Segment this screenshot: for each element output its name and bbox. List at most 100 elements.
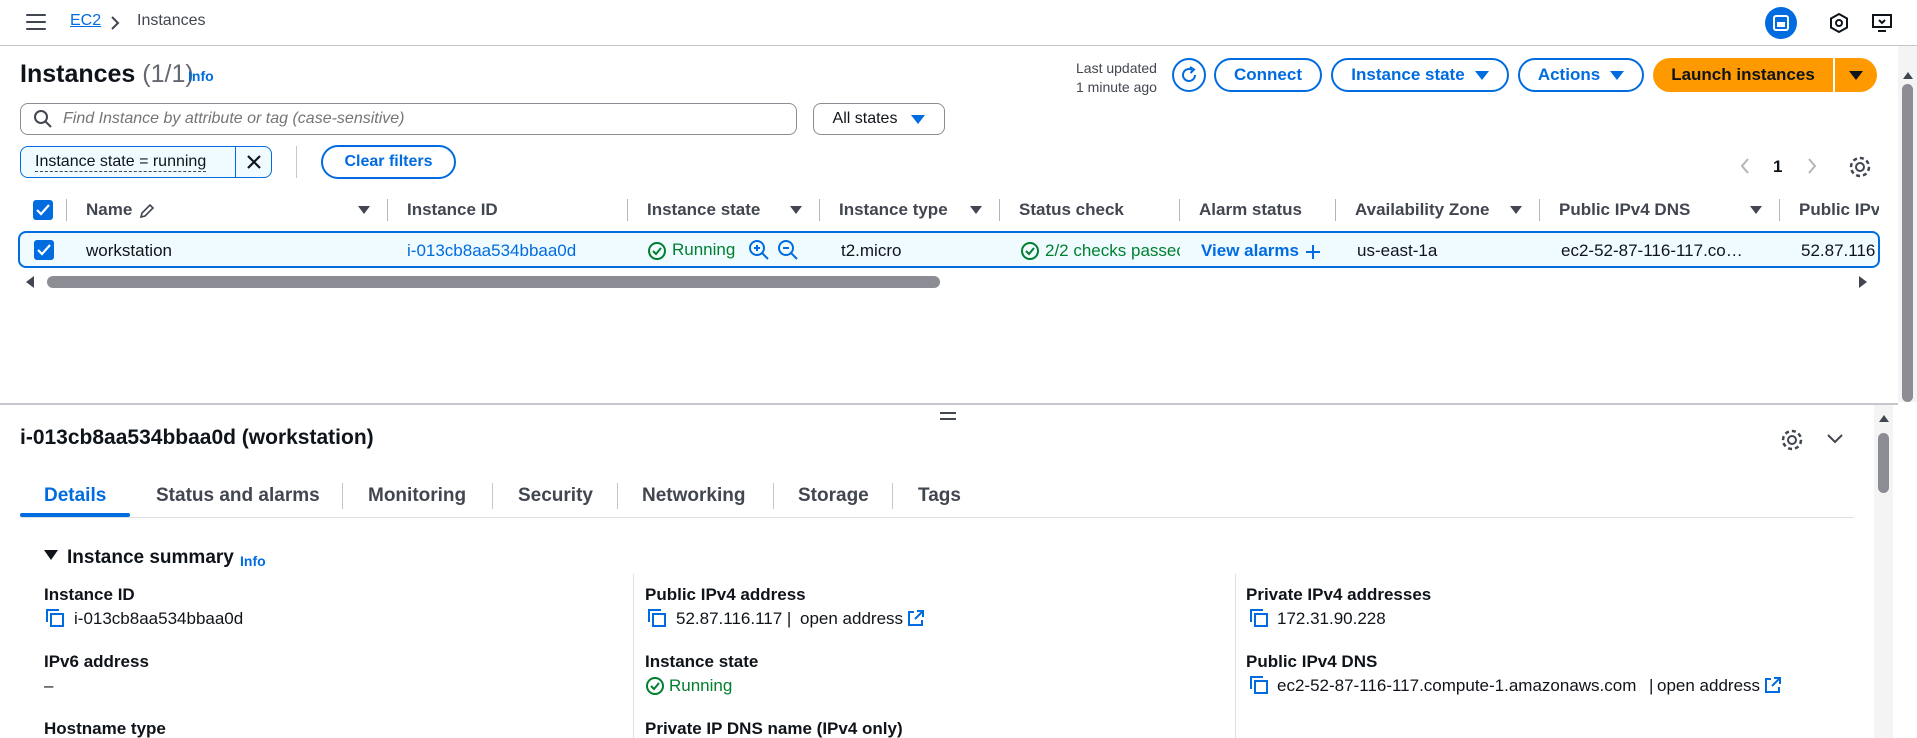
label-ipv6: IPv6 address — [44, 652, 149, 671]
instance-count: (1/1) — [142, 60, 194, 88]
next-page-icon[interactable] — [1807, 158, 1817, 174]
breadcrumb-instances: Instances — [137, 12, 206, 29]
check-circle-icon — [1021, 242, 1039, 260]
tab-storage[interactable]: Storage — [798, 485, 869, 507]
scroll-left-icon[interactable] — [24, 275, 36, 289]
last-updated: Last updated 1 minute ago — [1076, 59, 1157, 97]
sort-icon[interactable] — [358, 206, 370, 214]
refresh-button[interactable] — [1172, 58, 1206, 92]
scroll-up-icon[interactable] — [1878, 413, 1890, 423]
section-info-link[interactable]: Info — [240, 553, 266, 569]
copy-icon[interactable] — [46, 609, 64, 627]
cell-instance-type: t2.micro — [841, 241, 902, 260]
cell-availability-zone: us-east-1a — [1357, 241, 1438, 260]
info-link[interactable]: Info — [188, 68, 214, 84]
column-header-instance-id[interactable]: Instance ID — [407, 200, 498, 220]
top-navigation-bar: EC2 Instances — [0, 0, 1917, 46]
settings-gear-icon[interactable] — [1780, 428, 1804, 452]
filter-token-label[interactable]: Instance state = running — [35, 153, 207, 172]
preferences-gear-icon[interactable] — [1848, 155, 1872, 184]
detail-vertical-scrollbar[interactable] — [1874, 405, 1893, 738]
sort-icon[interactable] — [1750, 206, 1762, 214]
remove-filter-button[interactable] — [235, 147, 271, 177]
tab-divider — [342, 483, 343, 509]
tab-divider — [617, 483, 618, 509]
tab-tags[interactable]: Tags — [918, 485, 961, 507]
cell-state: Running — [672, 240, 736, 259]
column-header-status-check[interactable]: Status check — [1019, 200, 1124, 220]
current-page[interactable]: 1 — [1773, 157, 1782, 177]
external-link-icon[interactable] — [1764, 676, 1782, 694]
column-divider — [387, 199, 388, 221]
breadcrumb-ec2[interactable]: EC2 — [70, 12, 101, 30]
expand-caret-icon[interactable] — [44, 550, 58, 560]
launch-dropdown-button[interactable] — [1835, 58, 1877, 92]
search-input[interactable] — [63, 110, 763, 128]
actions-button[interactable]: Actions — [1518, 58, 1644, 92]
launch-instances-button[interactable]: Launch instances — [1653, 58, 1833, 92]
detail-panel-title: i-013cb8aa534bbaa0d (workstation) — [20, 426, 374, 449]
drag-handle-icon[interactable] — [940, 412, 956, 420]
value-ipv6: – — [44, 676, 54, 695]
search-box[interactable] — [20, 103, 797, 135]
edit-pencil-icon[interactable] — [138, 202, 156, 220]
panel-toggle-icon[interactable] — [1765, 7, 1797, 39]
label-instance-state: Instance state — [645, 652, 759, 671]
zoom-in-icon[interactable] — [748, 239, 770, 261]
copy-icon[interactable] — [1250, 609, 1268, 627]
value-instance-id: i-013cb8aa534bbaa0d — [74, 609, 244, 628]
caret-down-icon — [911, 114, 926, 124]
table-row[interactable]: workstation i-013cb8aa534bbaa0d Running … — [18, 231, 1880, 268]
split-panel-divider[interactable] — [0, 403, 1898, 405]
clear-filters-button[interactable]: Clear filters — [321, 145, 456, 179]
vertical-scrollbar[interactable] — [1898, 46, 1917, 402]
vertical-scrollbar-thumb[interactable] — [1902, 84, 1913, 402]
external-link-icon[interactable] — [907, 609, 925, 627]
column-divider — [999, 199, 1000, 221]
sort-icon[interactable] — [790, 206, 802, 214]
tab-monitoring[interactable]: Monitoring — [368, 485, 466, 507]
view-alarms-link[interactable]: View alarms — [1201, 241, 1299, 261]
cell-name: workstation — [86, 241, 172, 260]
zoom-out-icon[interactable] — [777, 239, 799, 261]
row-checkbox[interactable] — [34, 240, 54, 260]
tabs-underline — [20, 517, 1854, 518]
display-settings-icon[interactable] — [1868, 9, 1896, 37]
launch-instances-label: Launch instances — [1671, 65, 1815, 84]
column-header-instance-type[interactable]: Instance type — [839, 200, 948, 220]
menu-icon[interactable] — [26, 14, 46, 30]
tab-status-and-alarms[interactable]: Status and alarms — [156, 485, 320, 507]
column-header-alarm-status[interactable]: Alarm status — [1199, 200, 1302, 220]
scroll-up-icon[interactable] — [1902, 70, 1914, 80]
section-heading[interactable]: Instance summary — [67, 547, 234, 569]
notifications-icon[interactable] — [1825, 9, 1853, 37]
collapse-chevron-icon[interactable] — [1826, 433, 1844, 445]
search-icon — [34, 110, 52, 128]
open-address-link[interactable]: open address — [1657, 676, 1760, 696]
previous-page-icon[interactable] — [1740, 158, 1750, 174]
sort-icon[interactable] — [1510, 206, 1522, 214]
scroll-right-icon[interactable] — [1857, 275, 1869, 289]
tab-networking[interactable]: Networking — [642, 485, 745, 507]
column-header-name[interactable]: Name — [86, 200, 132, 220]
open-address-link[interactable]: open address — [800, 609, 903, 629]
state-filter-select[interactable]: All states — [813, 103, 945, 135]
sort-icon[interactable] — [970, 206, 982, 214]
instance-state-button[interactable]: Instance state — [1331, 58, 1509, 92]
detail-scrollbar-thumb[interactable] — [1878, 433, 1889, 493]
tab-details[interactable]: Details — [44, 485, 106, 507]
label-public-ipv4: Public IPv4 address — [645, 585, 806, 604]
column-header-availability-zone[interactable]: Availability Zone — [1355, 200, 1489, 220]
cell-instance-id-link[interactable]: i-013cb8aa534bbaa0d — [407, 241, 576, 261]
copy-icon[interactable] — [648, 609, 666, 627]
copy-icon[interactable] — [1250, 676, 1268, 694]
column-header-public-dns[interactable]: Public IPv4 DNS — [1559, 200, 1690, 220]
tab-divider — [892, 483, 893, 509]
plus-icon[interactable] — [1305, 244, 1321, 260]
horizontal-scrollbar-thumb[interactable] — [47, 276, 940, 288]
connect-button[interactable]: Connect — [1214, 58, 1322, 92]
select-all-checkbox[interactable] — [33, 200, 53, 220]
tab-security[interactable]: Security — [518, 485, 593, 507]
column-header-public-ip[interactable]: Public IPv — [1799, 200, 1879, 220]
column-header-instance-state[interactable]: Instance state — [647, 200, 760, 220]
